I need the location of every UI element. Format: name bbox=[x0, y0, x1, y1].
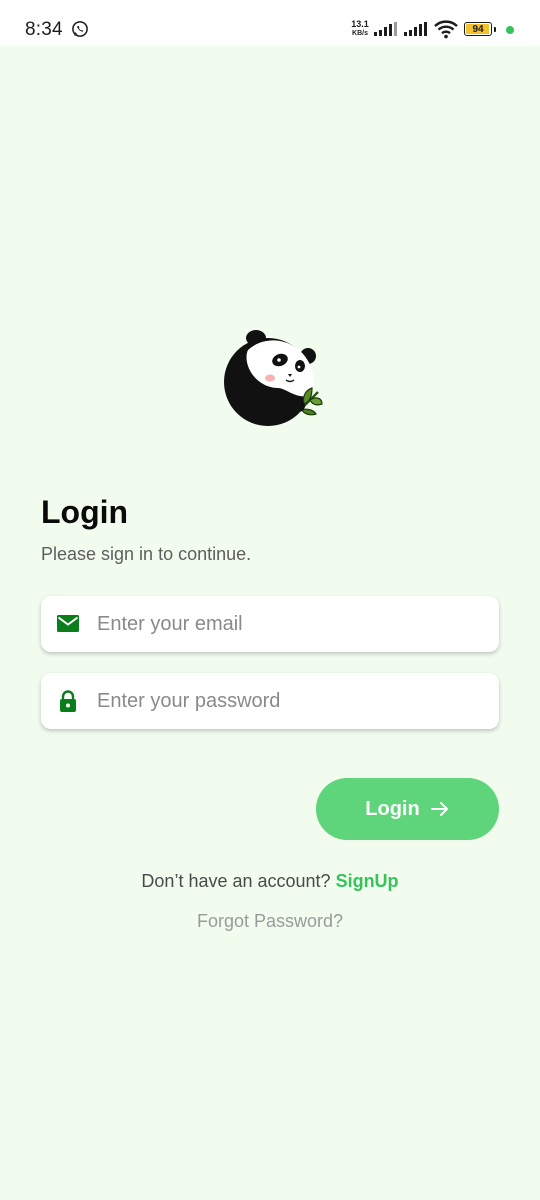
lock-icon bbox=[60, 690, 76, 712]
password-input[interactable] bbox=[97, 673, 487, 729]
signup-row: Don’t have an account? SignUp bbox=[0, 871, 540, 892]
signup-prompt: Don’t have an account? bbox=[141, 871, 336, 891]
mail-icon bbox=[57, 615, 79, 632]
privacy-indicator-dot bbox=[506, 26, 514, 34]
whatsapp-icon bbox=[72, 21, 88, 37]
email-input[interactable] bbox=[97, 596, 487, 652]
email-field[interactable] bbox=[41, 596, 499, 652]
wifi-icon bbox=[434, 20, 458, 39]
network-speed-unit: KB/s bbox=[352, 30, 368, 37]
status-bar: 8:34 13.1 KB/s 94 bbox=[0, 0, 540, 46]
battery-level: 94 bbox=[472, 24, 484, 35]
signup-link[interactable]: SignUp bbox=[336, 871, 399, 891]
network-speed-value: 13.1 bbox=[351, 19, 369, 29]
page-subtitle: Please sign in to continue. bbox=[41, 544, 252, 564]
password-field[interactable] bbox=[41, 673, 499, 729]
panda-logo bbox=[224, 330, 323, 426]
battery-icon: 94 bbox=[464, 22, 496, 36]
login-button[interactable]: Login bbox=[316, 778, 499, 840]
network-speed: 13.1 KB/s bbox=[348, 20, 372, 38]
arrow-right-icon bbox=[430, 802, 448, 816]
forgot-password-link[interactable]: Forgot Password? bbox=[0, 911, 540, 932]
status-time: 8:34 bbox=[25, 19, 63, 40]
page-title: Login bbox=[41, 494, 129, 530]
signal-icon bbox=[404, 22, 427, 36]
login-button-label: Login bbox=[365, 797, 420, 820]
signal-icon bbox=[374, 22, 397, 36]
battery-tip bbox=[494, 27, 496, 32]
